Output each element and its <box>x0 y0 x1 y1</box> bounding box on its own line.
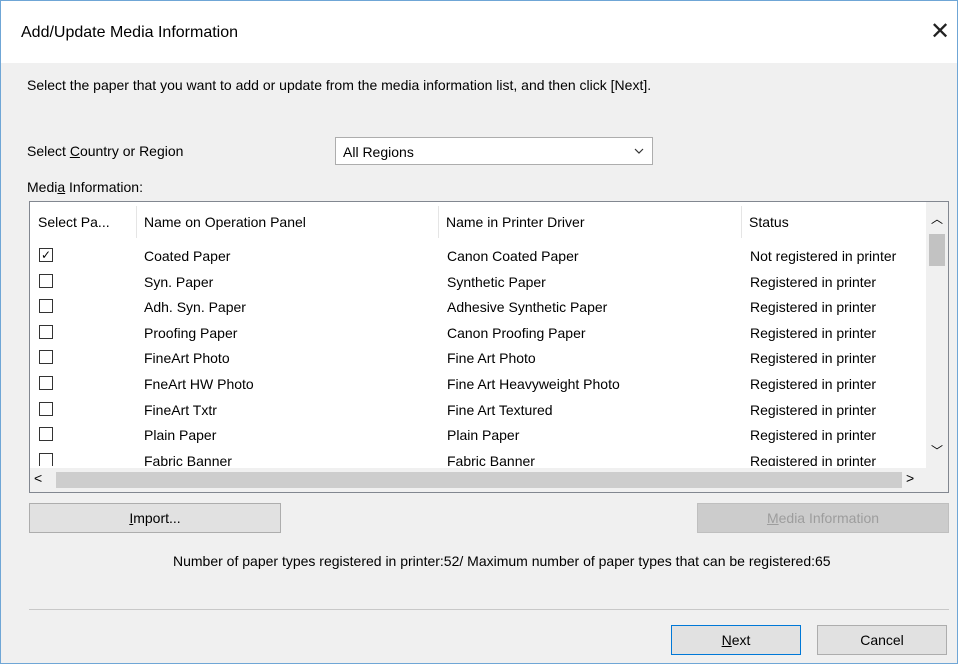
scroll-right-icon[interactable]: > <box>906 470 914 486</box>
row-checkbox[interactable] <box>39 376 53 390</box>
region-label: Select Country or Region <box>27 143 184 159</box>
registered-count-text: Number of paper types registered in prin… <box>173 553 831 569</box>
cell-driver-name: Fine Art Photo <box>447 350 536 367</box>
checkmark-icon: ✓ <box>41 248 52 262</box>
horizontal-scrollbar[interactable]: < > <box>30 468 948 492</box>
table-row[interactable]: FineArt Txtr Fine Art Textured Registered … <box>30 398 926 424</box>
cell-panel-name: FineArt Photo <box>144 350 230 367</box>
column-header-panel-name[interactable]: Name on Operation Panel <box>136 202 438 242</box>
scroll-up-icon[interactable]: ︿ <box>926 210 948 230</box>
list-rows: ✓ Coated Paper Canon Coated Paper Not regis… <box>30 244 926 466</box>
cell-panel-name: FineArt Txtr <box>144 401 217 418</box>
cell-driver-name: Fine Art Textured <box>447 401 553 418</box>
cell-status: Registered in printer <box>750 376 877 392</box>
close-icon[interactable]: ✕ <box>923 15 957 49</box>
dialog-title: Add/Update Media Information <box>21 24 239 41</box>
table-row[interactable]: Fabric Banner Fabric Banner Registered in … <box>30 449 926 466</box>
row-checkbox[interactable]: ✓ <box>39 248 53 262</box>
table-row[interactable]: Plain Paper Plain Paper Registered in prin… <box>30 423 926 449</box>
cell-panel-name: Fabric Banner <box>144 452 232 466</box>
cell-driver-name: Adhesive Synthetic Paper <box>447 299 608 316</box>
scroll-down-icon[interactable]: ﹀ <box>926 442 948 462</box>
cancel-button[interactable]: Cancel <box>817 625 947 655</box>
column-header-status[interactable]: Status <box>741 202 926 242</box>
cell-driver-name: Canon Coated Paper <box>447 248 579 264</box>
cell-panel-name: Syn. Paper <box>144 273 214 290</box>
row-checkbox[interactable] <box>39 452 53 466</box>
table-row[interactable]: FneArt HW Photo Fine Art Heavyweight Phot… <box>30 372 926 398</box>
media-list[interactable]: Select Pa... Name on Operation Panel Nam… <box>29 201 949 493</box>
row-checkbox[interactable] <box>39 427 53 442</box>
divider <box>29 609 949 610</box>
cell-status: Not registered in printer <box>750 248 897 264</box>
vertical-scrollbar[interactable]: ︿ ﹀ <box>926 202 948 470</box>
horizontal-scroll-thumb[interactable] <box>56 472 902 488</box>
table-row[interactable]: Proofing Paper Canon Proofing Paper Regist… <box>30 321 926 347</box>
row-checkbox[interactable] <box>39 273 53 288</box>
next-button[interactable]: Next <box>671 625 801 655</box>
media-information-button[interactable]: Media Information <box>697 503 949 533</box>
cell-status: Registered in printer <box>750 452 877 466</box>
region-dropdown[interactable]: All Regions <box>335 137 653 165</box>
cell-panel-name: Plain Paper <box>144 427 217 444</box>
cell-panel-name: Adh. Syn. Paper <box>144 299 246 316</box>
column-header-driver-name[interactable]: Name in Printer Driver <box>438 202 741 242</box>
cell-status: Registered in printer <box>750 427 877 444</box>
cell-status: Registered in printer <box>750 401 877 418</box>
media-information-label: Media Information: <box>27 179 143 195</box>
row-checkbox[interactable] <box>39 324 53 339</box>
cell-driver-name: Fabric Banner <box>447 452 535 466</box>
dialog-window: Add/Update Media Information ✕ Select th… <box>0 0 958 664</box>
column-header-select[interactable]: Select Pa... <box>30 202 136 242</box>
cell-panel-name: Coated Paper <box>144 248 231 264</box>
scroll-left-icon[interactable]: < <box>34 470 42 486</box>
cell-status: Registered in printer <box>750 350 877 367</box>
list-header: Select Pa... Name on Operation Panel Nam… <box>30 202 926 242</box>
table-row[interactable]: Adh. Syn. Paper Adhesive Synthetic Paper R… <box>30 295 926 321</box>
vertical-scroll-thumb[interactable] <box>929 234 945 266</box>
title-bar: Add/Update Media Information ✕ <box>1 1 957 63</box>
cell-panel-name: Proofing Paper <box>144 324 238 341</box>
row-checkbox[interactable] <box>39 401 53 416</box>
cell-status: Registered in printer <box>750 299 877 316</box>
cell-status: Registered in printer <box>750 324 877 341</box>
cell-driver-name: Plain Paper <box>447 427 520 444</box>
table-row[interactable]: FineArt Photo Fine Art Photo Registered in… <box>30 346 926 372</box>
cell-driver-name: Fine Art Heavyweight Photo <box>447 376 620 392</box>
cell-status: Registered in printer <box>750 273 877 290</box>
table-row[interactable]: Syn. Paper Synthetic Paper Registered in p… <box>30 270 926 296</box>
dialog-body: Select the paper that you want to add or… <box>1 63 957 663</box>
table-row[interactable]: ✓ Coated Paper Canon Coated Paper Not regis… <box>30 244 926 270</box>
import-button[interactable]: Import... <box>29 503 281 533</box>
row-checkbox[interactable] <box>39 350 53 365</box>
row-checkbox[interactable] <box>39 299 53 314</box>
cell-driver-name: Synthetic Paper <box>447 273 546 290</box>
chevron-down-icon <box>634 148 644 154</box>
cell-panel-name: FneArt HW Photo <box>144 376 254 392</box>
cell-driver-name: Canon Proofing Paper <box>447 324 586 341</box>
region-dropdown-value: All Regions <box>343 144 414 160</box>
instruction-text: Select the paper that you want to add or… <box>27 77 652 93</box>
